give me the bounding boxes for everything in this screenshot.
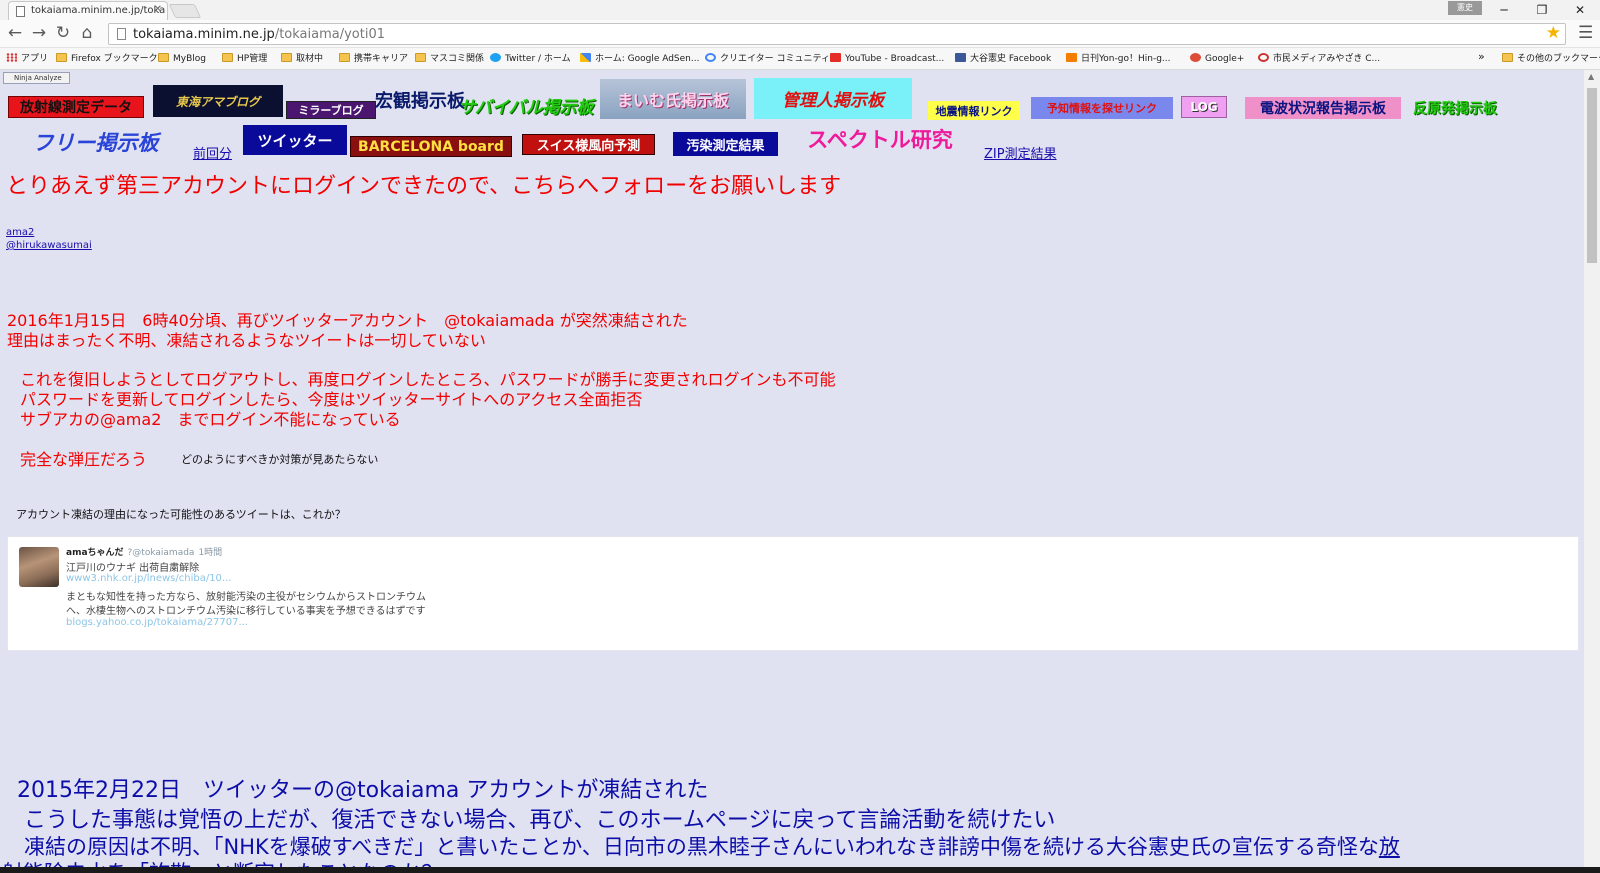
anti-nuke-board-link[interactable]: 反原発掲示板 — [1408, 98, 1502, 118]
media-icon — [1258, 53, 1269, 62]
freeze-notice-line: こうした事態は覚悟の上だが、復活できない場合、再び、このホームページに戻って言論… — [24, 808, 1056, 833]
google-icon — [705, 53, 716, 62]
page-heading: とりあえず第三アカウントにログインできたので、こちらへフォローをお願いします — [6, 174, 842, 199]
close-window-button[interactable]: ✕ — [1560, 0, 1600, 20]
youtube-icon — [830, 53, 841, 62]
folder-icon — [281, 53, 292, 62]
admin-board-link[interactable]: 管理人掲示板 — [754, 78, 912, 119]
barcelona-board-link[interactable]: BARCELONA board — [350, 136, 512, 157]
previous-link[interactable]: 前回分 — [193, 143, 232, 162]
google-plus-icon — [1190, 53, 1201, 62]
tweet-author[interactable]: amaちゃんだ ?@tokaiamada 1時間 — [66, 545, 222, 558]
browser-tab[interactable]: tokaiama.minim.ne.jp/toka ✕ — [8, 1, 168, 20]
page-icon — [16, 6, 25, 17]
oppression-text: 完全な弾圧だろう — [20, 450, 148, 469]
bookmark-blogger[interactable]: 日刊Yon-go！Hin-g... — [1066, 52, 1171, 66]
maiko-board-link[interactable]: まいむ氏掲示板 — [600, 79, 746, 119]
bookmark-other[interactable]: その他のブックマーク — [1502, 52, 1600, 66]
browser-toolbar: ← → ↻ ⌂ tokaiama.minim.ne.jp/tokaiama/yo… — [0, 20, 1600, 48]
zip-results-link[interactable]: ZIP測定結果 — [984, 143, 1057, 162]
radioactivity-link[interactable]: 放 — [1379, 835, 1400, 859]
notice-line: 理由はまったく不明、凍結されるようなツイートは一切していない — [7, 331, 486, 350]
free-board-link[interactable]: フリー掲示板 — [8, 128, 183, 156]
folder-icon — [339, 53, 350, 62]
bookmark-media[interactable]: 市民メディアみやざき C... — [1258, 52, 1380, 66]
page-info-icon[interactable] — [117, 28, 126, 40]
mirror-blog-link[interactable]: ミラーブログ — [286, 101, 376, 119]
tweet-link[interactable]: www3.nhk.or.jp/lnews/chiba/10... — [66, 573, 231, 584]
possible-cause-text: アカウント凍結の理由になった可能性のあるツイートは、これか？ — [16, 508, 346, 521]
bookmark-folder[interactable]: 携帯キャリア — [339, 52, 408, 66]
macro-board-link[interactable]: 宏観掲示板 — [375, 86, 465, 114]
tweet-text: へ、水棲生物へのストロンチウム汚染に移行している事実を予想できるはずです — [66, 606, 426, 617]
folder-icon — [1502, 53, 1513, 62]
blogger-icon — [1066, 53, 1077, 62]
back-arrow-icon[interactable]: ← — [4, 22, 26, 44]
notice-line: サブアカの@ama2 までログイン不能になっている — [20, 410, 401, 429]
bookmark-google-plus[interactable]: Google+ — [1190, 52, 1244, 66]
tab-strip: tokaiama.minim.ne.jp/toka ✕ 憲史 ─ ❐ ✕ — [0, 0, 1600, 20]
folder-icon — [56, 53, 67, 62]
new-tab-button[interactable] — [168, 4, 202, 18]
tweet-text: 江戸川のウナギ 出荷自粛解除 — [66, 563, 200, 574]
apps-icon — [6, 53, 17, 62]
avatar[interactable] — [19, 547, 59, 587]
scrollbar-thumb[interactable] — [1587, 88, 1597, 263]
hirukawasumai-link[interactable]: @hirukawasumai — [6, 240, 92, 251]
radio-board-link[interactable]: 電波状況報告掲示板 — [1245, 97, 1401, 119]
bookmarks-overflow[interactable]: » — [1478, 50, 1485, 64]
bookmark-adsense[interactable]: ホーム: Google AdSen... — [580, 52, 699, 66]
tokai-ama-blog-link[interactable]: 東海アマブログ — [153, 85, 283, 117]
home-icon[interactable]: ⌂ — [76, 22, 98, 44]
scroll-up-icon[interactable]: ▲ — [1588, 72, 1594, 81]
bookmark-folder[interactable]: MyBlog — [158, 52, 206, 66]
folder-icon — [158, 53, 169, 62]
bookmark-twitter[interactable]: Twitter / ホーム — [490, 52, 571, 66]
twitter-icon — [490, 53, 501, 62]
minimize-button[interactable]: ─ — [1484, 0, 1524, 20]
address-bar[interactable]: tokaiama.minim.ne.jp/tokaiama/yoti01 ★ — [108, 23, 1566, 45]
contamination-link[interactable]: 汚染測定結果 — [673, 132, 778, 156]
bookmark-creator[interactable]: クリエイター コミュニティ... — [705, 52, 839, 66]
folder-icon — [222, 53, 233, 62]
url-text[interactable]: tokaiama.minim.ne.jp/tokaiama/yoti01 — [133, 27, 385, 42]
page-scrollbar[interactable]: ▲ — [1583, 70, 1600, 867]
ninja-analyze-badge[interactable]: Ninja Analyze — [3, 72, 70, 84]
adsense-icon — [580, 53, 591, 62]
log-link[interactable]: LOG — [1181, 96, 1227, 118]
spectrum-research-link[interactable]: スペクトル研究 — [792, 124, 968, 154]
bookmark-folder[interactable]: HP管理 — [222, 52, 267, 66]
quake-predict-link[interactable]: 予知情報を探せリンク — [1031, 97, 1173, 119]
quake-links-link[interactable]: 地震情報リンク — [928, 101, 1020, 120]
radiation-data-link[interactable]: 放射線測定データ — [8, 96, 144, 118]
bookmark-folder[interactable]: Firefox ブックマーク — [56, 52, 158, 66]
twitter-link[interactable]: ツイッター — [243, 125, 347, 155]
profile-badge[interactable]: 憲史 — [1448, 1, 1482, 15]
tweet-link[interactable]: blogs.yahoo.co.jp/tokaiama/27707... — [66, 617, 248, 628]
bookmark-folder[interactable]: マスコミ関係 — [415, 52, 484, 66]
tweet-text: まともな知性を持った方なら、放射能汚染の主役がセシウムからストロンチウム — [66, 592, 426, 603]
survival-board-link[interactable]: サバイバル掲示板 — [459, 92, 594, 118]
bookmarks-bar: アプリ Firefox ブックマーク MyBlog HP管理 取材中 携帯キャリ… — [0, 48, 1600, 70]
menu-icon[interactable]: ☰ — [1578, 23, 1593, 43]
bookmark-youtube[interactable]: YouTube - Broadcast... — [830, 52, 944, 66]
embedded-tweet: amaちゃんだ ?@tokaiamada 1時間 江戸川のウナギ 出荷自粛解除 ww… — [7, 536, 1579, 651]
forward-arrow-icon[interactable]: → — [28, 22, 50, 44]
bookmark-folder[interactable]: 取材中 — [281, 52, 323, 66]
reload-icon[interactable]: ↻ — [52, 22, 74, 44]
restore-button[interactable]: ❐ — [1522, 0, 1562, 20]
taskbar — [0, 867, 1600, 873]
close-tab-icon[interactable]: ✕ — [154, 4, 162, 15]
freeze-notice-line: 2015年2月22日 ツイッターの@tokaiama アカウントが凍結された — [17, 778, 709, 803]
no-remedy-text: どのようにすべきか対策が見あたらない — [181, 453, 379, 466]
bookmark-star-icon[interactable]: ★ — [1546, 23, 1561, 43]
ama2-link[interactable]: ama2 — [6, 227, 34, 238]
swiss-wind-link[interactable]: スイス様風向予測 — [522, 134, 655, 155]
folder-icon — [415, 53, 426, 62]
tab-title: tokaiama.minim.ne.jp/toka — [31, 5, 166, 16]
facebook-icon — [955, 53, 966, 62]
bookmark-facebook[interactable]: 大谷憲史 Facebook — [955, 52, 1051, 66]
bookmark-apps[interactable]: アプリ — [6, 52, 48, 66]
